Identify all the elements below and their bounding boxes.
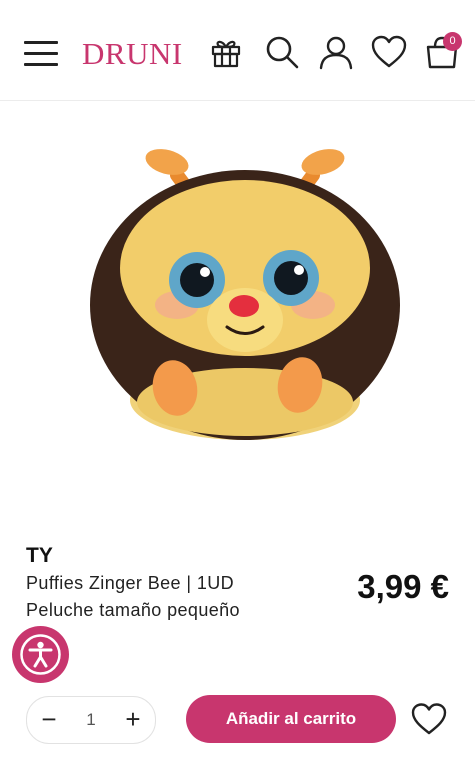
quantity-increase-button[interactable]: + <box>113 697 153 743</box>
cart-count-badge: 0 <box>443 32 462 51</box>
product-price: 3,99 € <box>357 568 449 605</box>
product-image[interactable] <box>85 140 405 450</box>
menu-icon[interactable] <box>24 39 60 69</box>
product-name: Puffies Zinger Bee | 1UD <box>26 573 235 593</box>
gift-icon[interactable] <box>208 34 244 70</box>
site-header: DRUNI 0 <box>0 0 475 101</box>
accessibility-button[interactable] <box>12 626 69 683</box>
quantity-decrease-button[interactable]: − <box>29 697 69 743</box>
accessibility-icon <box>20 634 61 675</box>
logo[interactable]: DRUNI <box>82 36 183 72</box>
user-icon[interactable] <box>318 34 354 70</box>
product-brand[interactable]: TY <box>26 544 53 568</box>
heart-icon[interactable] <box>371 34 407 70</box>
product-description: Peluche tamaño pequeño <box>26 600 240 620</box>
wishlist-heart-icon[interactable] <box>411 702 447 736</box>
quantity-value[interactable]: 1 <box>67 697 115 743</box>
add-to-cart-button[interactable]: Añadir al carrito <box>186 695 396 743</box>
search-icon[interactable] <box>264 34 300 70</box>
quantity-stepper: − 1 + <box>26 696 156 744</box>
